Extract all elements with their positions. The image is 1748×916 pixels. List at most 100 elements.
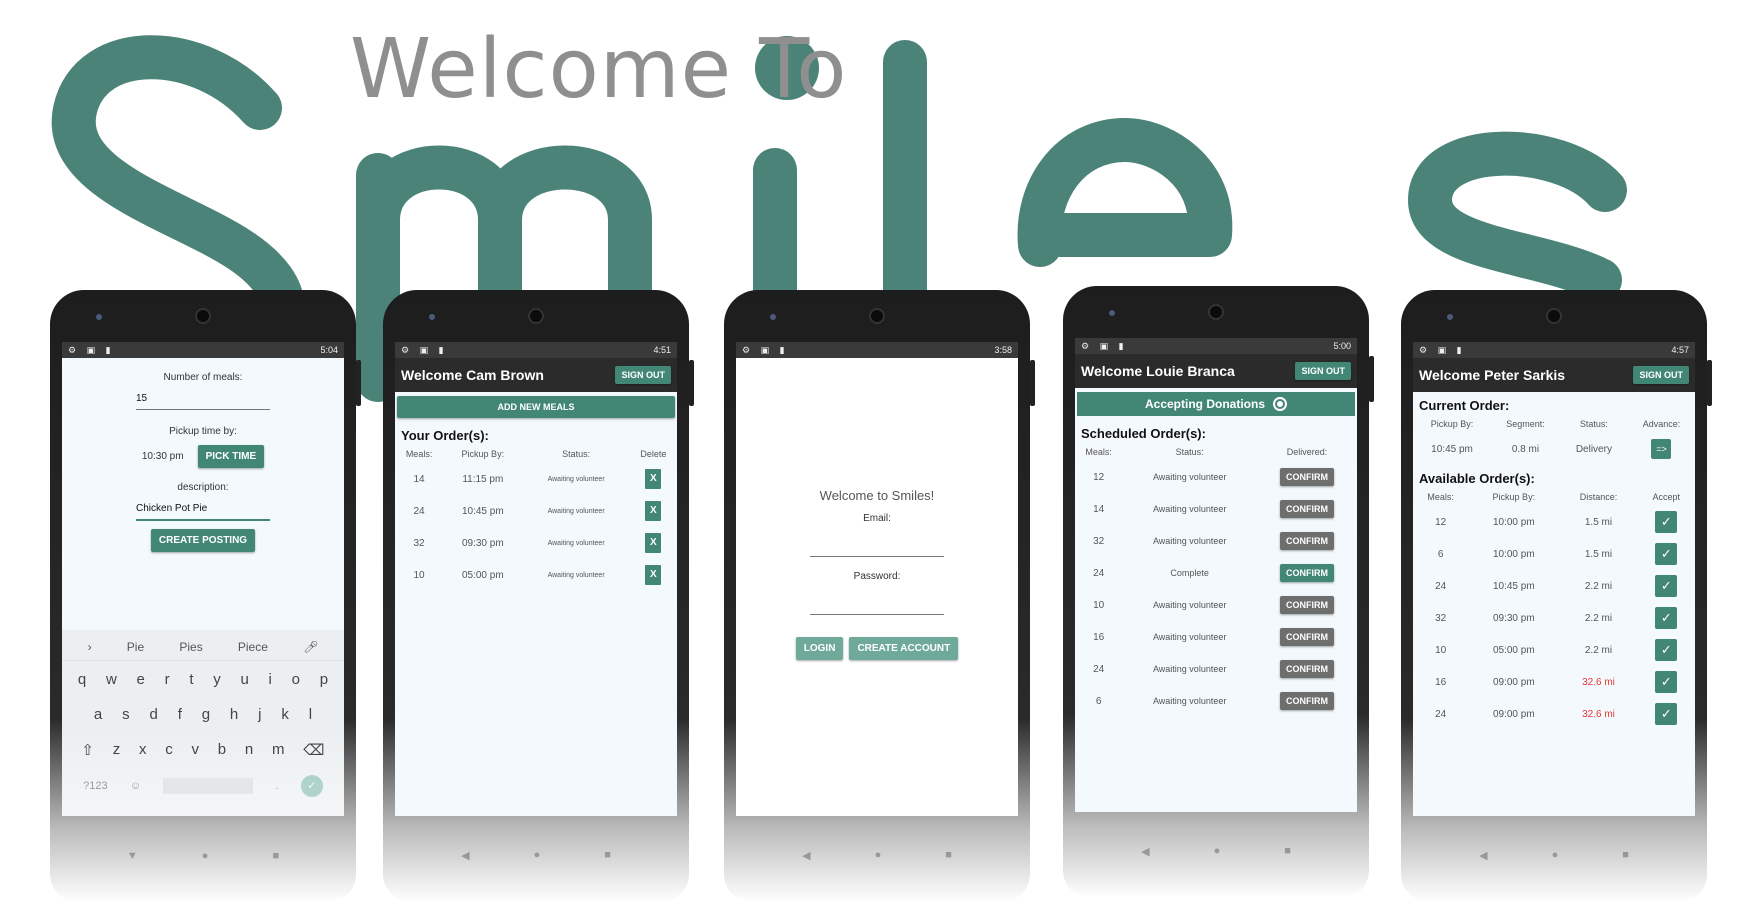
delete-button[interactable]: X	[645, 533, 662, 553]
pickup-cell: 10:45 pm	[1492, 580, 1535, 592]
back-icon[interactable]: ▼	[127, 850, 138, 862]
accept-check-icon[interactable]: ✓	[1655, 703, 1678, 725]
confirm-button[interactable]: CONFIRM	[1279, 500, 1334, 518]
recents-icon[interactable]: ■	[604, 849, 611, 862]
add-new-meals-button[interactable]: ADD NEW MEALS	[397, 396, 675, 418]
table-row: 24 Awaiting volunteer CONFIRM	[1075, 653, 1357, 685]
key[interactable]: m	[272, 741, 285, 759]
status-icons: ⚙ ▣ ▮	[742, 344, 789, 355]
shift-icon[interactable]: ⇧	[81, 741, 94, 759]
done-check-icon[interactable]: ✓	[300, 775, 323, 797]
key[interactable]: l	[309, 706, 312, 723]
confirm-button[interactable]: CONFIRM	[1279, 532, 1334, 550]
advance-button[interactable]: =>	[1651, 439, 1672, 459]
key[interactable]: e	[137, 671, 145, 688]
key[interactable]: h	[230, 706, 238, 723]
password-input[interactable]	[810, 596, 944, 615]
welcome-title: Welcome Cam Brown	[401, 367, 544, 383]
back-icon[interactable]: ◀	[802, 849, 810, 862]
key[interactable]: v	[192, 741, 200, 759]
emoji-icon[interactable]: ☺	[130, 780, 141, 792]
confirm-button[interactable]: CONFIRM	[1279, 660, 1334, 678]
accept-check-icon[interactable]: ✓	[1655, 511, 1678, 533]
suggestion[interactable]: Pie	[127, 640, 144, 654]
key[interactable]: w	[106, 671, 117, 688]
accept-check-icon[interactable]: ✓	[1655, 639, 1678, 661]
key[interactable]: y	[213, 671, 221, 688]
key[interactable]: x	[139, 741, 147, 759]
key[interactable]: o	[292, 671, 300, 688]
recents-icon[interactable]: ■	[945, 849, 952, 862]
column-header: Pickup By:	[1492, 492, 1536, 502]
create-posting-button[interactable]: CREATE POSTING	[150, 529, 256, 552]
phone-camera	[1546, 308, 1562, 324]
recents-icon[interactable]: ■	[1284, 845, 1291, 858]
key[interactable]: c	[165, 741, 173, 759]
suggestion[interactable]: Piece	[238, 640, 268, 654]
description-input[interactable]: Chicken Pot Pie	[136, 501, 270, 521]
confirm-button[interactable]: CONFIRM	[1279, 564, 1334, 582]
key[interactable]: j	[258, 706, 261, 723]
delete-button[interactable]: X	[645, 565, 662, 585]
recents-icon[interactable]: ■	[272, 850, 279, 862]
welcome-title: Welcome Peter Sarkis	[1419, 367, 1566, 383]
phone-side-button	[1707, 360, 1712, 406]
confirm-button[interactable]: CONFIRM	[1279, 692, 1334, 710]
suggestion[interactable]: Pies	[179, 640, 202, 654]
key[interactable]: k	[281, 706, 289, 723]
accept-check-icon[interactable]: ✓	[1655, 543, 1678, 565]
chevron-right-icon[interactable]: ›	[88, 640, 92, 654]
confirm-button[interactable]: CONFIRM	[1279, 468, 1334, 486]
sign-out-button[interactable]: SIGN OUT	[615, 366, 671, 384]
recents-icon[interactable]: ■	[1622, 849, 1629, 862]
home-icon[interactable]: ●	[1552, 849, 1559, 862]
confirm-button[interactable]: CONFIRM	[1279, 596, 1334, 614]
accept-check-icon[interactable]: ✓	[1655, 607, 1678, 629]
symbols-key[interactable]: ?123	[83, 780, 107, 792]
accept-check-icon[interactable]: ✓	[1655, 575, 1678, 597]
key[interactable]: f	[178, 706, 182, 723]
key[interactable]: t	[189, 671, 193, 688]
backspace-icon[interactable]: ⌫	[303, 741, 324, 759]
home-icon[interactable]: ●	[534, 849, 541, 862]
home-icon[interactable]: ●	[875, 849, 882, 862]
key[interactable]: p	[320, 671, 328, 688]
key[interactable]: d	[149, 706, 157, 723]
segment-cell: 0.8 mi	[1511, 443, 1540, 455]
key[interactable]: a	[94, 706, 102, 723]
key[interactable]: i	[269, 671, 272, 688]
sign-out-button[interactable]: SIGN OUT	[1295, 362, 1351, 380]
clock: 4:57	[1671, 345, 1689, 355]
microphone-icon[interactable]: 🎤︎	[303, 640, 318, 654]
delete-button[interactable]: X	[645, 501, 662, 521]
key[interactable]: b	[218, 741, 226, 759]
sign-out-button[interactable]: SIGN OUT	[1633, 366, 1689, 384]
key[interactable]: r	[165, 671, 170, 688]
accept-check-icon[interactable]: ✓	[1655, 671, 1678, 693]
key[interactable]: n	[245, 741, 253, 759]
pick-time-button[interactable]: PICK TIME	[197, 445, 265, 468]
home-icon[interactable]: ●	[1214, 845, 1221, 858]
create-account-button[interactable]: CREATE ACCOUNT	[849, 637, 959, 660]
key[interactable]: q	[78, 671, 86, 688]
accepting-donations-toggle[interactable]: Accepting Donations	[1077, 392, 1355, 416]
status-cell: Complete	[1170, 568, 1209, 578]
status-cell: Awaiting volunteer	[1152, 472, 1227, 482]
confirm-button[interactable]: CONFIRM	[1279, 628, 1334, 646]
back-icon[interactable]: ◀	[1479, 849, 1487, 862]
spacebar[interactable]	[163, 778, 254, 794]
email-input[interactable]	[810, 538, 944, 557]
delete-button[interactable]: X	[645, 469, 662, 489]
column-header: Delivered:	[1286, 447, 1328, 457]
home-icon[interactable]: ●	[202, 850, 209, 862]
period-key[interactable]: .	[276, 780, 279, 792]
login-button[interactable]: LOGIN	[795, 637, 844, 660]
meals-input[interactable]: 15	[136, 391, 270, 410]
key[interactable]: u	[240, 671, 248, 688]
key[interactable]: z	[113, 741, 121, 759]
back-icon[interactable]: ◀	[461, 849, 469, 862]
key[interactable]: s	[122, 706, 130, 723]
back-icon[interactable]: ◀	[1141, 845, 1149, 858]
key[interactable]: g	[202, 706, 210, 723]
pickup-cell: 10:00 pm	[1492, 548, 1535, 560]
